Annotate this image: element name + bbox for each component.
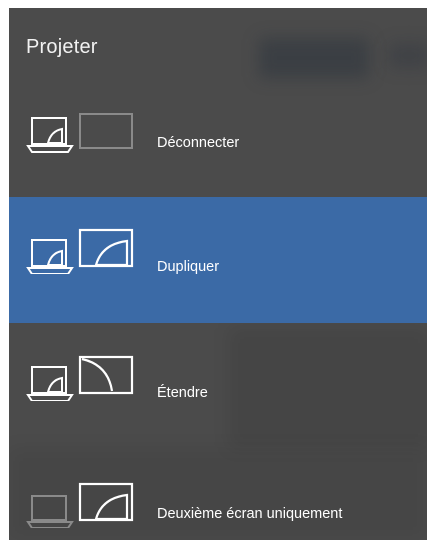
panel-title: Projeter bbox=[26, 36, 98, 58]
extend-icon bbox=[26, 355, 134, 401]
option-disconnect[interactable]: Déconnecter bbox=[9, 73, 427, 197]
project-panel: Projeter Déconnecter Dupliquer Étendre D… bbox=[9, 8, 427, 540]
option-duplicate[interactable]: Dupliquer bbox=[9, 197, 427, 323]
pc-screen-only-icon bbox=[26, 113, 133, 153]
background-blur-shape bbox=[259, 38, 369, 78]
background-blur-shape bbox=[389, 43, 427, 68]
duplicate-icon bbox=[26, 228, 134, 274]
option-extend[interactable]: Étendre bbox=[9, 323, 427, 449]
option-label: Deuxième écran uniquement bbox=[157, 506, 343, 522]
option-label: Dupliquer bbox=[157, 259, 220, 275]
option-second-screen-only[interactable]: Deuxième écran uniquement bbox=[9, 449, 427, 540]
option-label: Déconnecter bbox=[157, 135, 240, 151]
option-label: Étendre bbox=[157, 385, 208, 401]
second-screen-only-icon bbox=[26, 482, 134, 528]
